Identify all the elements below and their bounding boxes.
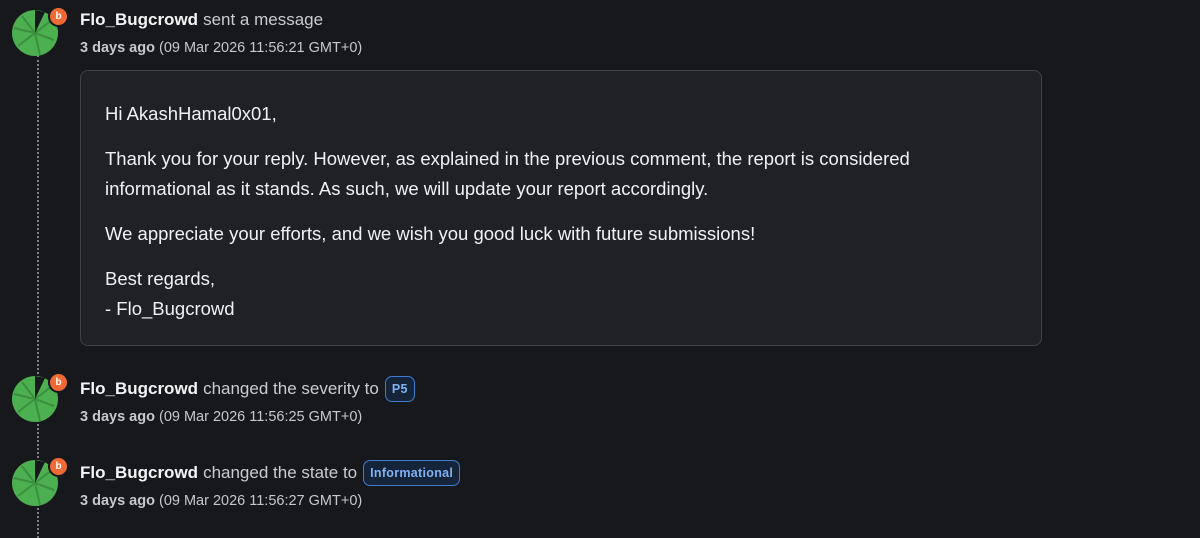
bugcrowd-badge-icon: b bbox=[48, 372, 69, 393]
event-action: sent a message bbox=[203, 10, 324, 29]
event-action: changed the severity to bbox=[203, 379, 379, 398]
avatar[interactable]: b bbox=[12, 372, 69, 422]
timeline-event-state: b Flo_Bugcrowd changed the state to Info… bbox=[0, 452, 1200, 512]
message-greeting: Hi AkashHamal0x01, bbox=[105, 103, 277, 124]
avatar[interactable]: b bbox=[12, 456, 69, 506]
event-timestamp: 3 days ago (09 Mar 2026 11:56:21 GMT+0) bbox=[80, 40, 362, 56]
time-ago: 3 days ago bbox=[80, 409, 155, 425]
time-ago: 3 days ago bbox=[80, 40, 155, 56]
timestamp-full: (09 Mar 2026 11:56:27 GMT+0) bbox=[158, 493, 363, 509]
username-link[interactable]: Flo_Bugcrowd bbox=[80, 10, 198, 30]
event-action: changed the state to bbox=[203, 463, 358, 482]
severity-tag: P5 bbox=[384, 376, 415, 402]
event-timestamp: 3 days ago (09 Mar 2026 11:56:25 GMT+0) bbox=[80, 409, 362, 425]
bugcrowd-badge-icon: b bbox=[48, 456, 69, 477]
message-card: Hi AkashHamal0x01, Thank you for your re… bbox=[80, 70, 1042, 346]
event-timestamp: 3 days ago (09 Mar 2026 11:56:27 GMT+0) bbox=[80, 493, 362, 509]
event-headline: Flo_Bugcrowd changed the severity to P5 bbox=[80, 376, 415, 402]
avatar[interactable]: b bbox=[12, 6, 69, 56]
message-paragraph: Thank you for your reply. However, as ex… bbox=[105, 148, 910, 199]
username-link[interactable]: Flo_Bugcrowd bbox=[80, 463, 198, 483]
message-signature: - Flo_Bugcrowd bbox=[105, 298, 235, 319]
timestamp-full: (09 Mar 2026 11:56:21 GMT+0) bbox=[158, 40, 363, 56]
state-tag: Informational bbox=[363, 460, 461, 486]
timestamp-full: (09 Mar 2026 11:56:25 GMT+0) bbox=[158, 409, 363, 425]
event-headline: Flo_Bugcrowd sent a message bbox=[80, 10, 323, 30]
username-link[interactable]: Flo_Bugcrowd bbox=[80, 379, 198, 399]
timeline-event-severity: b Flo_Bugcrowd changed the severity to P… bbox=[0, 368, 1200, 428]
bugcrowd-badge-icon: b bbox=[48, 6, 69, 27]
message-closing: Best regards, bbox=[105, 268, 216, 289]
event-headline: Flo_Bugcrowd changed the state to Inform… bbox=[80, 460, 461, 486]
message-paragraph: We appreciate your efforts, and we wish … bbox=[105, 223, 756, 244]
timeline-event-message: b Flo_Bugcrowd sent a message 3 days ago… bbox=[0, 0, 1200, 60]
time-ago: 3 days ago bbox=[80, 493, 155, 509]
